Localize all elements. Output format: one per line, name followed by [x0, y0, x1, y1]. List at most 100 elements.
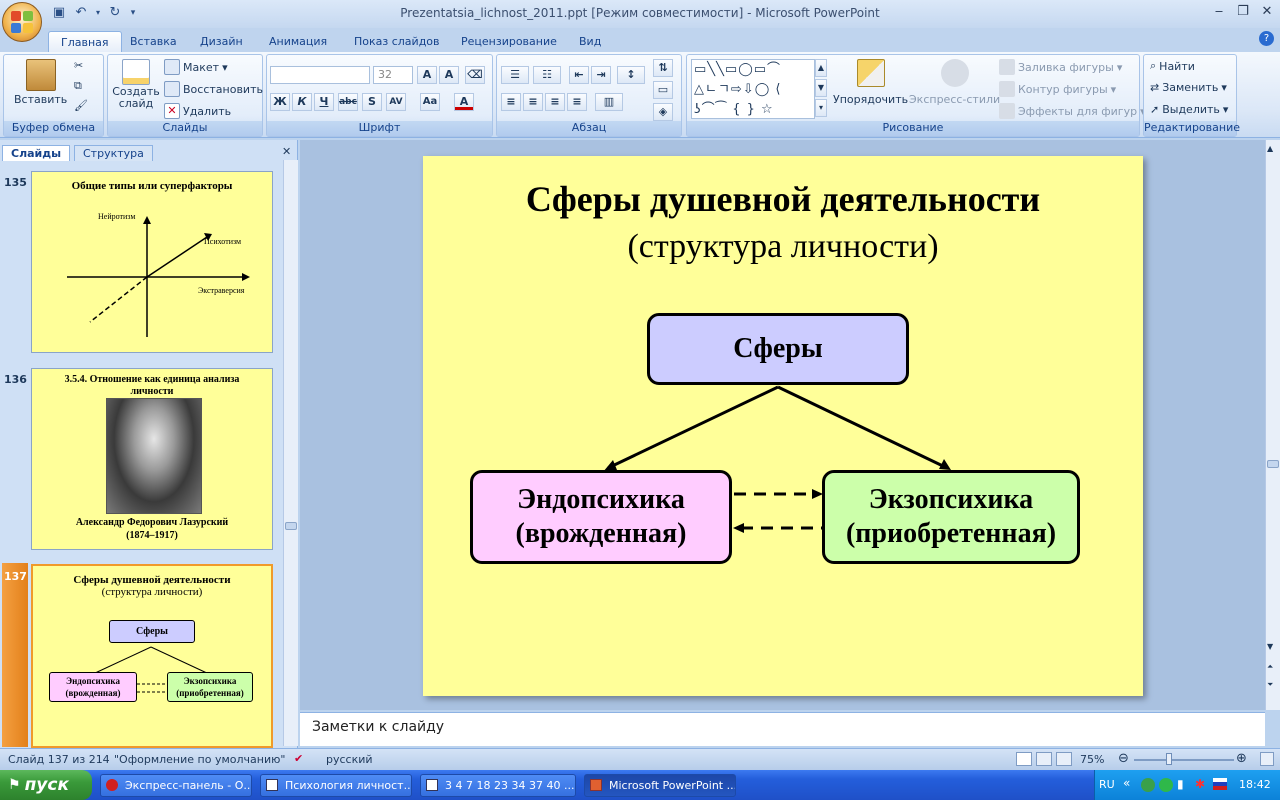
- paste-button[interactable]: Вставить: [14, 59, 67, 106]
- slideshow-view-icon[interactable]: [1056, 752, 1072, 766]
- thumbnail-137[interactable]: Сферы душевной деятельности (структура л…: [31, 564, 273, 748]
- reset-button[interactable]: Восстановить: [164, 81, 263, 97]
- tab-design[interactable]: Дизайн: [188, 31, 255, 52]
- tab-home[interactable]: Главная: [48, 31, 122, 52]
- increase-indent-icon[interactable]: ⇥: [591, 66, 611, 84]
- underline-icon[interactable]: Ч: [314, 93, 334, 111]
- slide-sorter-icon[interactable]: [1036, 752, 1052, 766]
- antivirus-icon[interactable]: ✱: [1195, 777, 1205, 791]
- fit-window-icon[interactable]: [1260, 752, 1274, 766]
- delete-slide-button[interactable]: ✕ Удалить: [164, 103, 231, 119]
- shapes-gallery[interactable]: ▭╲╲▭◯▭⌒ △ㄴㄱ⇨⇩◯ ⟨ ʖ⌒⁀ { } ☆: [691, 59, 815, 119]
- justify-icon[interactable]: ≡: [567, 93, 587, 111]
- zoom-level[interactable]: 75%: [1080, 753, 1104, 766]
- shrink-font-icon[interactable]: A: [439, 66, 459, 84]
- clock[interactable]: 18:42: [1239, 778, 1271, 791]
- tab-slides-panel[interactable]: Слайды: [2, 145, 71, 161]
- next-slide-icon[interactable]: ⏷: [1267, 680, 1273, 690]
- flag-icon[interactable]: [1213, 778, 1227, 790]
- normal-view-icon[interactable]: [1016, 752, 1032, 766]
- strikethrough-icon[interactable]: abc: [338, 93, 358, 111]
- tab-slideshow[interactable]: Показ слайдов: [342, 31, 452, 52]
- font-name-field[interactable]: [270, 66, 370, 84]
- italic-icon[interactable]: К: [292, 93, 312, 111]
- language-indicator[interactable]: русский: [326, 753, 373, 766]
- close-button[interactable]: ✕: [1254, 2, 1280, 22]
- font-size-field[interactable]: 32: [373, 66, 413, 84]
- line-spacing-icon[interactable]: ↕: [617, 66, 645, 84]
- replace-button[interactable]: ⇄ Заменить ▾: [1150, 81, 1227, 94]
- start-button[interactable]: ⚑ пуск: [0, 770, 92, 800]
- zoom-in-icon[interactable]: ⊕: [1236, 751, 1247, 766]
- tab-view[interactable]: Вид: [567, 31, 613, 52]
- cut-icon[interactable]: ✂: [74, 59, 83, 72]
- bold-icon[interactable]: Ж: [270, 93, 290, 111]
- shape-effects-button[interactable]: Эффекты для фигур ▾: [999, 103, 1146, 119]
- layout-button[interactable]: Макет ▾: [164, 59, 228, 75]
- smartart-icon[interactable]: ◈: [653, 103, 673, 121]
- tab-outline-panel[interactable]: Структура: [74, 145, 153, 161]
- theme-name[interactable]: "Оформление по умолчанию": [114, 753, 285, 766]
- thumbnail-135[interactable]: Общие типы или суперфакторы Нейротизм Пс…: [31, 171, 273, 353]
- align-center-icon[interactable]: ≡: [523, 93, 543, 111]
- tab-animation[interactable]: Анимация: [257, 31, 339, 52]
- maximize-button[interactable]: ❐: [1230, 2, 1256, 22]
- scroll-down-icon[interactable]: ▼: [1267, 642, 1273, 651]
- slide-scrollbar[interactable]: ▲ ▼ ⏶ ⏷: [1265, 140, 1280, 710]
- thumbnail-136[interactable]: 3.5.4. Отношение как единица анализа лич…: [31, 368, 273, 550]
- signal-icon[interactable]: ▮: [1177, 777, 1184, 791]
- scroll-thumb[interactable]: [285, 522, 297, 530]
- decrease-indent-icon[interactable]: ⇤: [569, 66, 589, 84]
- task-word-2[interactable]: 3 4 7 18 23 34 37 40 ...: [420, 774, 576, 797]
- spellcheck-icon[interactable]: ✔: [294, 752, 303, 765]
- copy-icon[interactable]: ⧉: [74, 79, 82, 93]
- office-button[interactable]: [2, 2, 42, 42]
- exopsychic-box[interactable]: Экзопсихика (приобретенная): [822, 470, 1080, 564]
- align-text-icon[interactable]: ▭: [653, 81, 673, 99]
- grow-font-icon[interactable]: A: [417, 66, 437, 84]
- text-direction-icon[interactable]: ⇅: [653, 59, 673, 77]
- slide-canvas[interactable]: Сферы душевной деятельности (структура л…: [423, 156, 1143, 696]
- task-word-1[interactable]: Психология личност...: [260, 774, 412, 797]
- tab-insert[interactable]: Вставка: [118, 31, 189, 52]
- shape-fill-button[interactable]: Заливка фигуры ▾: [999, 59, 1122, 75]
- gallery-up-icon[interactable]: ▲: [815, 59, 827, 77]
- tab-review[interactable]: Рецензирование: [449, 31, 569, 52]
- shadow-icon[interactable]: S: [362, 93, 382, 111]
- scroll-thumb[interactable]: [1267, 460, 1279, 468]
- help-icon[interactable]: ?: [1259, 31, 1274, 46]
- align-right-icon[interactable]: ≡: [545, 93, 565, 111]
- spheres-box[interactable]: Сферы: [647, 313, 909, 385]
- font-color-icon[interactable]: A: [454, 93, 474, 111]
- zoom-out-icon[interactable]: ⊖: [1118, 751, 1129, 766]
- quick-styles-button[interactable]: Экспресс-стили: [909, 59, 1000, 106]
- tray-app-icon[interactable]: [1159, 778, 1173, 792]
- notes-pane[interactable]: Заметки к слайду: [300, 712, 1265, 746]
- endopsychic-box[interactable]: Эндопсихика (врожденная): [470, 470, 732, 564]
- clear-format-icon[interactable]: ⌫: [465, 66, 485, 84]
- gallery-down-icon[interactable]: ▼: [815, 79, 827, 97]
- minimize-button[interactable]: ‒: [1206, 2, 1232, 22]
- gallery-more-icon[interactable]: ▾: [815, 99, 827, 117]
- input-language[interactable]: RU: [1099, 778, 1115, 791]
- shape-outline-button[interactable]: Контур фигуры ▾: [999, 81, 1116, 97]
- columns-icon[interactable]: ▥: [595, 93, 623, 111]
- new-slide-button[interactable]: Создать слайд: [112, 59, 160, 110]
- tray-expand-icon[interactable]: «: [1123, 776, 1130, 790]
- task-opera[interactable]: Экспресс-панель - О...: [100, 774, 252, 797]
- slides-panel-scrollbar[interactable]: [283, 160, 298, 746]
- scroll-up-icon[interactable]: ▲: [1267, 144, 1273, 153]
- numbering-icon[interactable]: ☷: [533, 66, 561, 84]
- change-case-icon[interactable]: Aa: [420, 93, 440, 111]
- zoom-slider-track[interactable]: [1134, 759, 1234, 761]
- align-left-icon[interactable]: ≡: [501, 93, 521, 111]
- select-button[interactable]: ➚ Выделить ▾: [1150, 103, 1228, 116]
- task-powerpoint[interactable]: Microsoft PowerPoint ...: [584, 774, 736, 797]
- format-painter-icon[interactable]: 🖌: [74, 99, 88, 112]
- prev-slide-icon[interactable]: ⏶: [1267, 662, 1273, 672]
- find-button[interactable]: ⌕ Найти: [1150, 59, 1195, 73]
- close-panel-icon[interactable]: ✕: [282, 145, 291, 158]
- spacing-icon[interactable]: AV: [386, 93, 406, 111]
- tray-app-icon[interactable]: [1141, 778, 1155, 792]
- arrange-button[interactable]: Упорядочить: [833, 59, 908, 106]
